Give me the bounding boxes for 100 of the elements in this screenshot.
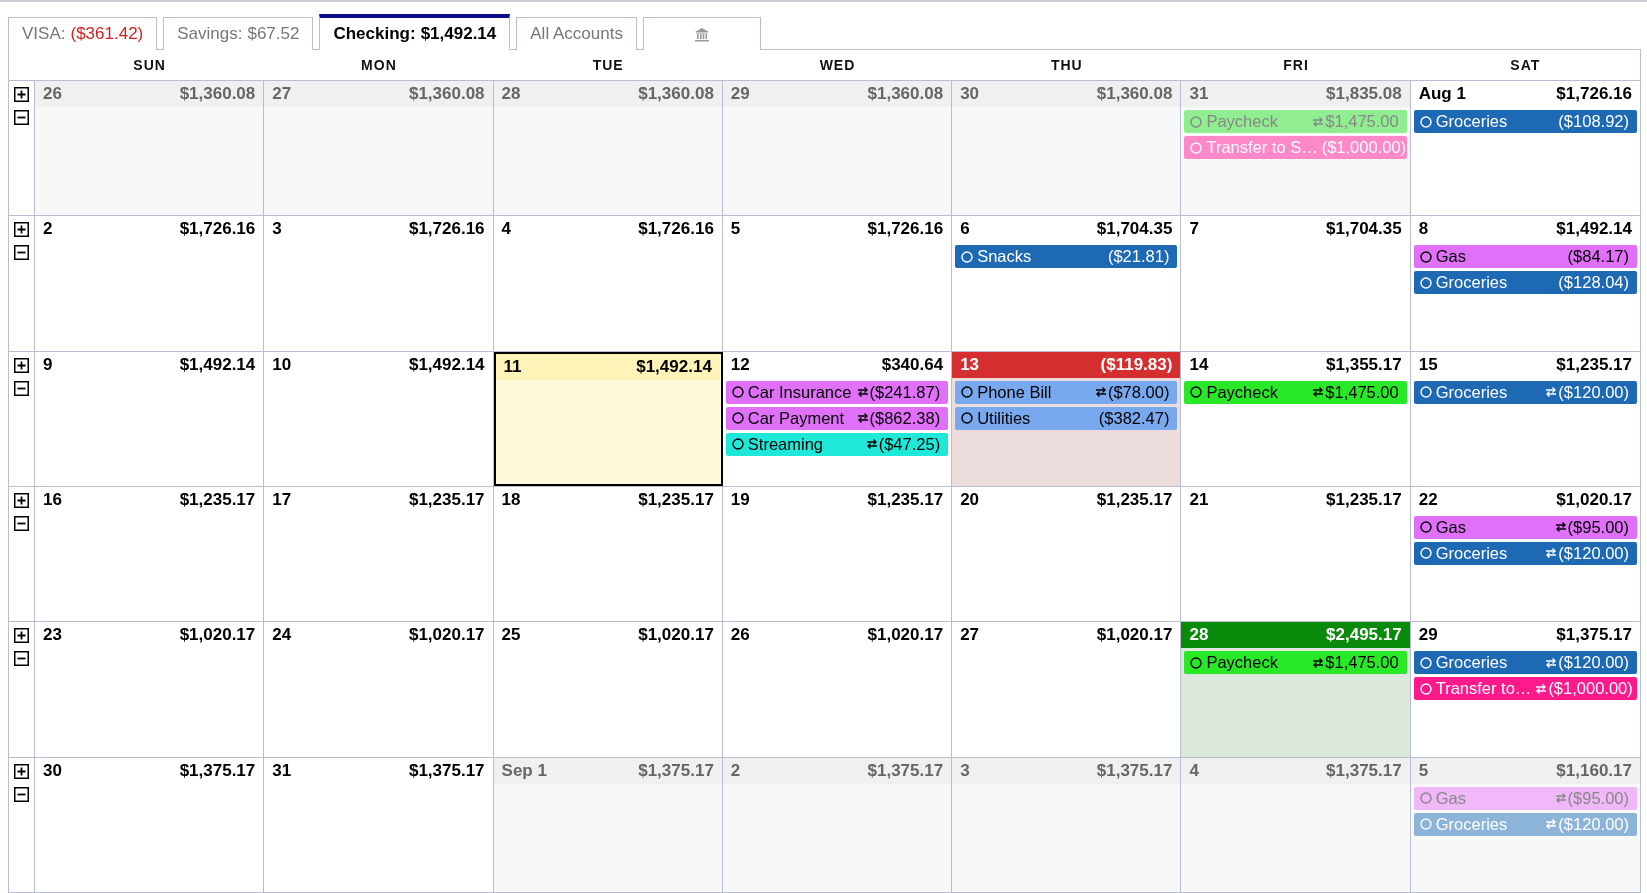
collapse-icon[interactable] (14, 651, 29, 667)
transaction-bar[interactable]: Gas ($95.00) (1413, 516, 1637, 539)
day-balance: $2,495.17 (1326, 625, 1402, 646)
day-cell[interactable]: 2 $1,375.17 (722, 757, 953, 892)
transaction-name: Paycheck (1206, 112, 1278, 131)
expand-icon[interactable] (14, 628, 29, 644)
circle-icon[interactable] (1190, 656, 1203, 669)
transaction-bar[interactable]: Phone Bill ($78.00) (955, 380, 1178, 404)
collapse-icon[interactable] (14, 380, 29, 396)
weekday-header: WED (818, 56, 857, 75)
transaction-bar[interactable]: Car Insurance ($241.87) (725, 380, 949, 404)
day-number: 4 (501, 219, 512, 240)
transaction-bar[interactable]: Car Payment ($862.38) (725, 406, 949, 430)
day-balance: $1,835.08 (1326, 84, 1402, 104)
day-cell[interactable]: 4 $1,375.17 (1181, 757, 1411, 892)
day-cell[interactable]: 11 $1,492.14 (493, 351, 723, 486)
circle-icon[interactable] (731, 386, 744, 399)
transaction-bar[interactable]: Snacks ($21.81) (955, 245, 1178, 269)
collapse-icon[interactable] (14, 516, 29, 531)
day-cell[interactable]: 26 $1,360.08 (35, 81, 265, 216)
collapse-icon[interactable] (14, 110, 29, 125)
day-cell[interactable]: 14 $1,355.17 Paycheck $1,475.00 (1181, 351, 1411, 486)
day-balance: $1,020.17 (408, 625, 485, 646)
day-balance: $1,375.17 (1096, 760, 1173, 781)
transaction-name: Transfer to… (1435, 679, 1532, 699)
account-tab[interactable]: Savings: $67.52 (163, 17, 314, 50)
transaction-amount: ($21.81) (1107, 247, 1170, 267)
day-balance: $1,235.17 (179, 490, 256, 510)
day-number: 15 (1418, 354, 1438, 375)
account-tab[interactable]: Checking: $1,492.14 (319, 14, 511, 50)
day-number: 5 (730, 219, 741, 240)
day-number: 30 (960, 84, 980, 104)
transaction-name: Car Insurance (747, 382, 852, 402)
weekday-header: THU (1049, 56, 1084, 75)
transaction-bar[interactable]: Transfer to… ($1,000.00) (1413, 677, 1637, 701)
transaction-bar[interactable]: Gas ($84.17) (1413, 245, 1637, 269)
circle-icon[interactable] (731, 412, 744, 425)
transaction-bar[interactable]: Groceries ($120.00) (1413, 380, 1637, 404)
repeat-icon (856, 386, 869, 399)
collapse-icon[interactable] (14, 786, 29, 802)
day-cell[interactable]: 29 $1,360.08 (722, 81, 953, 216)
expand-icon[interactable] (14, 763, 29, 779)
day-cell[interactable]: 13 ($119.83) Phone Bill ($78.00) Utilities ($382.47) (952, 351, 1182, 486)
repeat-icon (1312, 386, 1325, 399)
day-cell[interactable]: 6 $1,704.35 Snacks ($21.81) (952, 216, 1182, 351)
expand-icon[interactable] (14, 222, 29, 238)
day-number: 7 (1189, 219, 1199, 240)
expand-icon[interactable] (14, 357, 29, 373)
day-cell[interactable]: 28 $1,360.08 (493, 81, 723, 216)
transaction-bar[interactable]: Groceries ($128.04) (1413, 271, 1637, 295)
circle-icon[interactable] (961, 386, 974, 399)
expand-icon[interactable] (14, 493, 29, 508)
circle-icon[interactable] (1419, 521, 1432, 534)
repeat-icon (1094, 386, 1107, 399)
day-balance: $1,726.16 (867, 219, 944, 240)
transaction-bar[interactable]: Groceries ($120.00) (1413, 651, 1637, 675)
bank-icon (693, 26, 710, 42)
transaction-bar[interactable]: Streaming ($47.25) (725, 432, 949, 456)
account-tab[interactable]: VISA: ($361.42) (8, 17, 158, 50)
transaction-amount: $1,475.00 (1325, 112, 1399, 131)
repeat-icon (1545, 547, 1558, 560)
transaction-name: Groceries (1435, 653, 1508, 673)
day-balance: $1,235.17 (1556, 354, 1632, 375)
circle-icon[interactable] (1419, 250, 1432, 263)
collapse-icon[interactable] (14, 245, 29, 261)
day-cell[interactable]: 30 $1,360.08 (952, 81, 1182, 216)
expand-icon[interactable] (14, 87, 29, 102)
transaction-bar[interactable]: Paycheck $1,475.00 (1184, 380, 1407, 404)
day-number: 26 (43, 84, 62, 104)
transaction-amount: ($128.04) (1558, 273, 1629, 293)
day-cell[interactable]: Sep 1 $1,375.17 (493, 757, 723, 892)
circle-icon[interactable] (961, 412, 974, 425)
day-number: 5 (1418, 760, 1429, 781)
day-balance: $1,235.17 (1326, 490, 1402, 510)
account-tab[interactable]: All Accounts (516, 17, 637, 50)
repeat-icon (1312, 656, 1325, 669)
transaction-amount: ($84.17) (1567, 247, 1629, 267)
day-number: 2 (730, 760, 741, 781)
transaction-bar[interactable]: Groceries ($108.92) (1413, 110, 1637, 133)
day-number: 9 (43, 354, 53, 375)
day-balance: $1,375.17 (638, 760, 714, 781)
circle-icon[interactable] (731, 438, 744, 451)
transaction-bar[interactable]: Paycheck $1,475.00 (1184, 651, 1407, 675)
day-number: 4 (1189, 760, 1199, 781)
transaction-bar[interactable]: Groceries ($120.00) (1413, 542, 1637, 565)
day-balance: $1,375.17 (1556, 625, 1632, 646)
transaction-amount: ($1,000.00) (1321, 138, 1407, 157)
day-cell[interactable]: 28 $2,495.17 Paycheck $1,475.00 (1181, 622, 1411, 757)
day-cell[interactable]: 3 $1,375.17 (952, 757, 1182, 892)
transaction-bar[interactable]: Utilities ($382.47) (955, 406, 1178, 430)
transaction-amount: ($120.00) (1558, 544, 1629, 563)
day-balance: $1,020.17 (638, 625, 714, 646)
transaction-name: Gas (1435, 518, 1466, 537)
transaction-name: Streaming (747, 434, 824, 454)
repeat-icon (856, 412, 869, 425)
circle-icon[interactable] (1190, 386, 1203, 399)
day-number: 26 (730, 625, 750, 646)
day-number: Aug 1 (1418, 84, 1466, 104)
day-cell[interactable]: 27 $1,360.08 (264, 81, 494, 216)
day-number: 23 (43, 625, 62, 646)
